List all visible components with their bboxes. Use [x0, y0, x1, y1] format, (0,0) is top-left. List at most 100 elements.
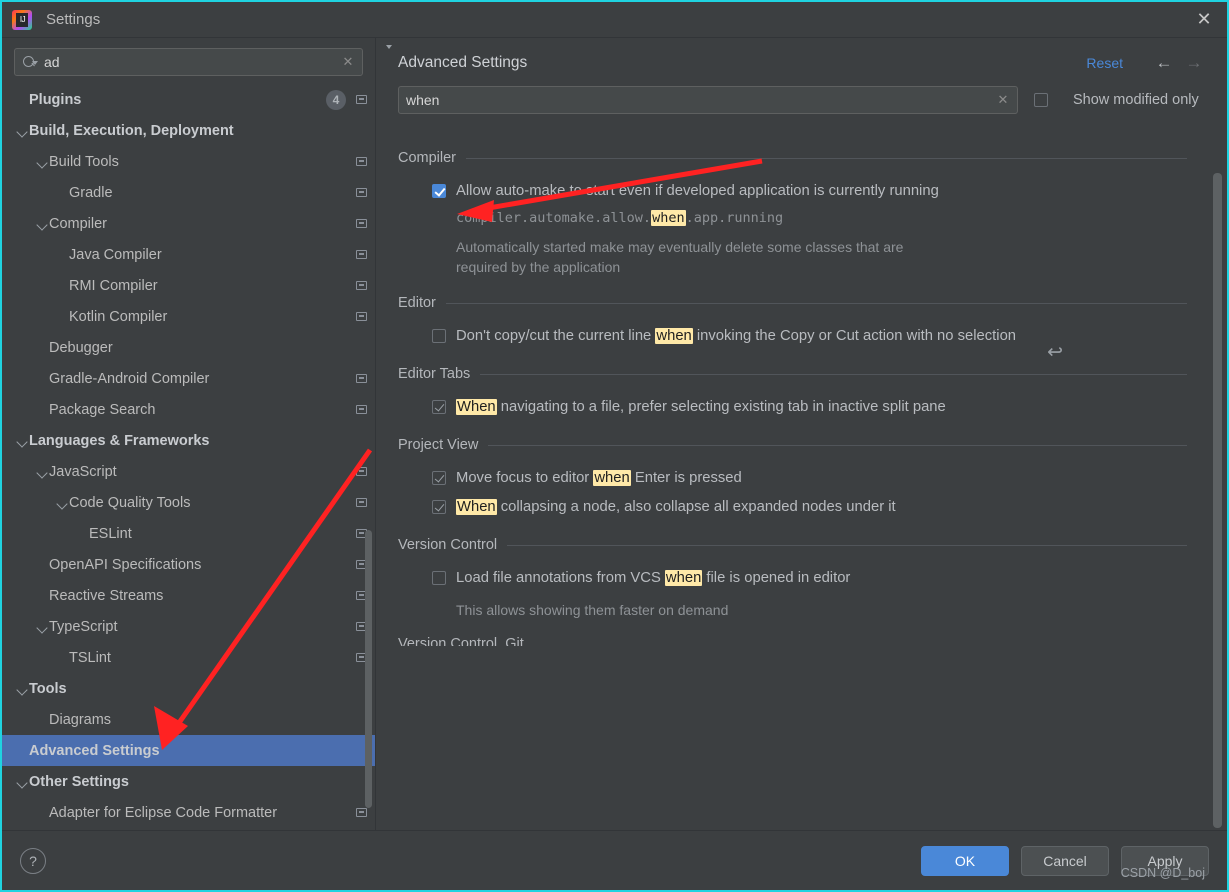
project-scope-icon: [356, 95, 367, 104]
sidebar-item-typescript[interactable]: TypeScript: [2, 611, 375, 642]
main-scrollbar-thumb[interactable]: [1213, 173, 1222, 828]
sidebar-item-eslint[interactable]: ESLint: [2, 518, 375, 549]
chevron-down-icon[interactable]: [16, 425, 29, 456]
setting-label: When collapsing a node, also collapse al…: [456, 499, 896, 515]
sidebar-item-build-tools[interactable]: Build Tools: [2, 146, 375, 177]
settings-filter-input[interactable]: [406, 92, 996, 108]
settings-tree[interactable]: Plugins 4 Build, Execution, Deployment Buil…: [2, 84, 375, 830]
apply-button[interactable]: Apply: [1121, 845, 1209, 876]
sidebar-item-code-quality-tools[interactable]: Code Quality Tools: [2, 487, 375, 518]
arrow-left-icon[interactable]: ←: [1153, 52, 1175, 74]
sidebar-item-label: Other Settings: [29, 773, 129, 790]
setting-option-row: Load file annotations from VCS when file…: [398, 561, 1187, 590]
reset-button[interactable]: Reset: [1086, 55, 1123, 71]
setting-option-row: Don't copy/cut the current line when inv…: [398, 319, 1187, 348]
chevron-down-icon[interactable]: [16, 673, 29, 704]
sidebar-item-label: Plugins: [29, 91, 82, 108]
sidebar-item-java-compiler[interactable]: Java Compiler: [2, 239, 375, 270]
sidebar-item-adapter-for-eclipse-code-formatter[interactable]: Adapter for Eclipse Code Formatter: [2, 797, 375, 828]
chevron-down-icon[interactable]: [36, 611, 49, 642]
divider: [488, 444, 1187, 446]
sidebar-item-gradle-android-compiler[interactable]: Gradle-Android Compiler: [2, 363, 375, 394]
sidebar-item-kotlin-compiler[interactable]: Kotlin Compiler: [2, 301, 375, 332]
sidebar-item-languages-frameworks[interactable]: Languages & Frameworks: [2, 425, 375, 456]
arrow-right-icon[interactable]: →: [1183, 52, 1205, 74]
sidebar-item-plugins[interactable]: Plugins 4: [2, 84, 375, 115]
settings-group-title: Editor Tabs: [398, 366, 471, 382]
chevron-down-icon[interactable]: [16, 766, 29, 797]
sidebar-item-label: Java Compiler: [69, 246, 162, 263]
project-scope-icon: [356, 808, 367, 817]
sidebar-item-label: Tools: [29, 680, 67, 697]
setting-checkbox[interactable]: [432, 184, 446, 198]
project-scope-icon: [356, 405, 367, 414]
divider: [507, 544, 1187, 546]
chevron-down-icon[interactable]: [16, 115, 29, 146]
settings-group-header: Editor: [398, 295, 1187, 311]
chevron-down-icon[interactable]: [36, 456, 49, 487]
sidebar-item-package-search[interactable]: Package Search: [2, 394, 375, 425]
sidebar-item-compiler[interactable]: Compiler: [2, 208, 375, 239]
chevron-down-icon[interactable]: [36, 208, 49, 239]
sidebar-item-tslint[interactable]: TSLint: [2, 642, 375, 673]
cut-off-group-title: Version Control. Git: [398, 636, 524, 646]
chevron-down-icon[interactable]: [56, 487, 69, 518]
clear-icon[interactable]: ✕: [996, 92, 1010, 107]
sidebar-search-box[interactable]: ✕: [14, 48, 363, 76]
sidebar-item-label: Languages & Frameworks: [29, 432, 210, 449]
sidebar-item-build-execution-deployment[interactable]: Build, Execution, Deployment: [2, 115, 375, 146]
setting-checkbox[interactable]: [432, 400, 446, 414]
sidebar-item-label: ESLint: [89, 525, 132, 542]
setting-description: This allows showing them faster on deman…: [456, 602, 729, 618]
sidebar-item-openapi-specifications[interactable]: OpenAPI Specifications: [2, 549, 375, 580]
settings-filter-box[interactable]: ✕: [386, 45, 1018, 114]
close-icon[interactable]: ✕: [1181, 2, 1227, 37]
sidebar-item-label: OpenAPI Specifications: [49, 556, 202, 573]
sidebar-item-tools[interactable]: Tools: [2, 673, 375, 704]
sidebar-search-input[interactable]: [44, 54, 341, 70]
sidebar-item-gradle[interactable]: Gradle: [2, 177, 375, 208]
sidebar-item-advanced-settings[interactable]: Advanced Settings: [2, 735, 375, 766]
help-button[interactable]: ?: [20, 847, 46, 874]
sidebar-item-rmi-compiler[interactable]: RMI Compiler: [2, 270, 375, 301]
project-scope-icon: [356, 219, 367, 228]
search-match-highlight: When: [456, 499, 497, 515]
sidebar-item-diagrams[interactable]: Diagrams: [2, 704, 375, 735]
sidebar-item-debugger[interactable]: Debugger: [2, 332, 375, 363]
window-title: Settings: [46, 11, 101, 28]
project-scope-icon: [356, 312, 367, 321]
setting-label: Load file annotations from VCS when file…: [456, 570, 851, 586]
project-scope-icon: [356, 250, 367, 259]
setting-option-row: When collapsing a node, also collapse al…: [398, 490, 1187, 519]
cancel-button[interactable]: Cancel: [1021, 845, 1109, 876]
sidebar-item-label: Compiler: [49, 215, 108, 232]
chevron-down-icon[interactable]: [36, 146, 49, 177]
show-modified-only-checkbox[interactable]: [1034, 93, 1048, 107]
sidebar-item-label: Reactive Streams: [49, 587, 164, 604]
settings-sidebar: ✕ Plugins 4 Build, Execution, Deployment Bu…: [2, 38, 376, 830]
sidebar-scrollbar-thumb[interactable]: [365, 530, 372, 808]
search-match-highlight: when: [651, 210, 686, 226]
clear-icon[interactable]: ✕: [341, 54, 355, 69]
sidebar-item-other-settings[interactable]: Other Settings: [2, 766, 375, 797]
sidebar-item-label: Gradle: [69, 184, 113, 201]
setting-checkbox[interactable]: [432, 571, 446, 585]
settings-main-panel: Advanced Settings Reset ← → ✕ Show modif…: [376, 38, 1227, 830]
settings-group: Editor Don't copy/cut the current line wh…: [398, 295, 1187, 348]
sidebar-item-javascript[interactable]: JavaScript: [2, 456, 375, 487]
project-scope-icon: [356, 374, 367, 383]
settings-group-header: Editor Tabs: [398, 366, 1187, 382]
sidebar-item-reactive-streams[interactable]: Reactive Streams: [2, 580, 375, 611]
settings-group: Editor Tabs When navigating to a file, pr…: [398, 366, 1187, 419]
setting-checkbox[interactable]: [432, 471, 446, 485]
main-header: Advanced Settings Reset ← →: [376, 38, 1227, 74]
setting-checkbox[interactable]: [432, 329, 446, 343]
setting-checkbox[interactable]: [432, 500, 446, 514]
ok-button[interactable]: OK: [921, 845, 1009, 876]
